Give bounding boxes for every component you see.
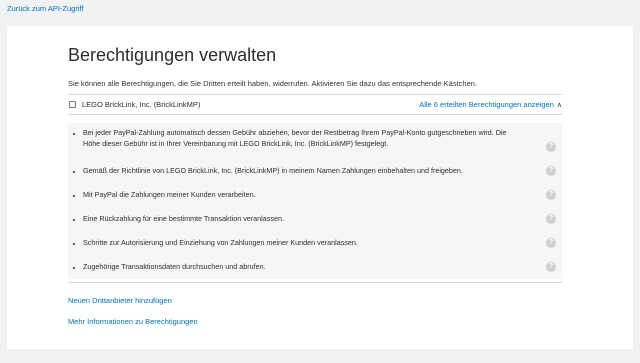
bullet (73, 195, 75, 197)
chevron-up-icon: ∧ (556, 101, 562, 109)
divider (68, 114, 562, 115)
more-info-link[interactable]: Mehr Informationen zu Berechtigungen (68, 317, 198, 326)
help-icon[interactable]: ? (546, 166, 556, 176)
third-party-name: LEGO BrickLink, Inc. (BrickLinkMP) (82, 100, 201, 109)
permission-text: Mit PayPal die Zahlungen meiner Kunden v… (83, 190, 256, 199)
help-icon[interactable]: ? (546, 214, 556, 224)
help-icon[interactable]: ? (546, 190, 556, 200)
permission-text: Schritte zur Autorisierung und Einziehun… (83, 238, 358, 247)
permission-text: Gemäß der Richtlinie von LEGO BrickLink,… (83, 166, 463, 175)
permission-text: Zugehörige Transaktionsdaten durchsuchen… (83, 262, 266, 271)
bullet (73, 133, 75, 135)
bullet (73, 219, 75, 221)
help-icon[interactable]: ? (546, 142, 556, 152)
permissions-card: Berechtigungen verwalten Sie können alle… (7, 26, 633, 349)
page-title: Berechtigungen verwalten (68, 45, 277, 65)
permission-text-line: Höhe dieser Gebühr ist in Ihrer Vereinba… (83, 139, 389, 148)
add-third-party-link[interactable]: Neuen Drittanbieter hinzufügen (68, 296, 172, 305)
permission-text-line: Bei jeder PayPal-Zahlung automatisch des… (83, 128, 507, 137)
bullet (73, 243, 75, 245)
permissions-list: Bei jeder PayPal-Zahlung automatisch des… (68, 123, 562, 279)
back-to-api-access-link[interactable]: Zurück zum API-Zugriff (7, 4, 84, 13)
intro-text: Sie können alle Berechtigungen, die Sie … (68, 79, 478, 88)
divider (68, 282, 562, 283)
bullet (73, 267, 75, 269)
show-all-label: Alle 6 erteilten Berechtigungen anzeigen (419, 100, 554, 109)
help-icon[interactable]: ? (546, 262, 556, 272)
permission-text: Eine Rückzahlung für eine bestimmte Tran… (83, 214, 284, 223)
help-icon[interactable]: ? (546, 238, 556, 248)
show-all-permissions-toggle[interactable]: Alle 6 erteilten Berechtigungen anzeigen… (419, 100, 562, 109)
revoke-checkbox[interactable] (69, 101, 76, 108)
bullet (73, 171, 75, 173)
third-party-row: LEGO BrickLink, Inc. (BrickLinkMP) Alle … (68, 95, 562, 114)
